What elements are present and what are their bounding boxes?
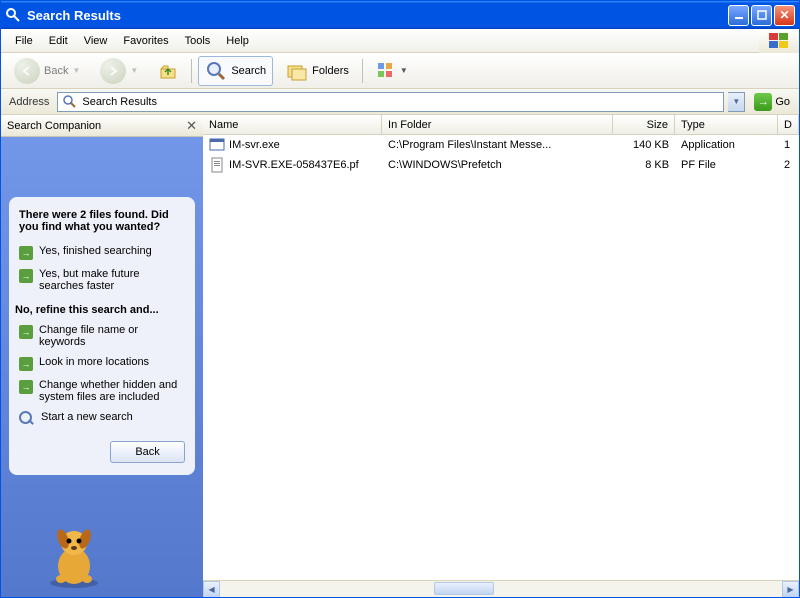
maximize-button[interactable] [751, 5, 772, 26]
menu-help[interactable]: Help [218, 32, 257, 50]
back-button[interactable]: Back ▼ [7, 54, 87, 88]
search-pane-close[interactable]: ✕ [186, 118, 197, 134]
horizontal-scrollbar[interactable]: ◀ ▶ [203, 580, 799, 597]
file-icon [209, 157, 225, 173]
arrow-icon: → [19, 269, 33, 283]
folders-icon [286, 60, 308, 82]
search-dog-icon[interactable] [39, 521, 109, 591]
separator [362, 59, 363, 83]
results-pane: Name In Folder Size Type D IM-svr.exe C:\… [203, 115, 799, 597]
menu-view[interactable]: View [76, 32, 116, 50]
views-icon [376, 61, 396, 81]
address-dropdown[interactable]: ▼ [728, 92, 745, 112]
col-folder[interactable]: In Folder [382, 115, 613, 134]
go-button[interactable]: → Go [749, 91, 795, 113]
windows-flag-icon [759, 29, 799, 53]
go-arrow-icon: → [754, 93, 772, 111]
file-size: 8 KB [613, 159, 675, 171]
search-results-icon [62, 94, 78, 110]
folders-button[interactable]: Folders [279, 56, 356, 86]
address-value: Search Results [82, 96, 157, 108]
window-controls: ✕ [728, 5, 795, 26]
search-pane-header: Search Companion ✕ [1, 115, 203, 137]
search-button[interactable]: Search [198, 56, 273, 86]
file-folder: C:\Program Files\Instant Messe... [382, 139, 613, 151]
opt-more-locations[interactable]: →Look in more locations [19, 352, 185, 375]
magnifier-icon [19, 411, 35, 427]
back-label: Back [44, 65, 68, 77]
col-name[interactable]: Name [203, 115, 382, 134]
opt-change-name[interactable]: →Change file name or keywords [19, 320, 185, 352]
minimize-button[interactable] [728, 5, 749, 26]
file-folder: C:\WINDOWS\Prefetch [382, 159, 613, 171]
file-date: 2 [778, 159, 799, 171]
search-companion-pane: Search Companion ✕ There were 2 files fo… [1, 115, 203, 597]
search-icon [5, 7, 21, 23]
col-type[interactable]: Type [675, 115, 778, 134]
opt-hidden-files[interactable]: →Change whether hidden and system files … [19, 375, 185, 407]
titlebar[interactable]: Search Results ✕ [1, 1, 799, 29]
file-type: PF File [675, 159, 778, 171]
address-field[interactable]: Search Results [57, 92, 724, 112]
col-date[interactable]: D [778, 115, 799, 134]
close-button[interactable]: ✕ [774, 5, 795, 26]
arrow-icon: → [19, 325, 33, 339]
folder-up-icon [158, 61, 178, 81]
addressbar: Address Search Results ▼ → Go [1, 89, 799, 115]
refine-header: No, refine this search and... [15, 304, 185, 316]
col-size[interactable]: Size [613, 115, 675, 134]
opt-faster[interactable]: →Yes, but make future searches faster [19, 264, 185, 296]
scroll-right-button[interactable]: ▶ [782, 581, 799, 598]
result-row[interactable]: IM-SVR.EXE-058437E6.pf C:\WINDOWS\Prefetc… [203, 155, 799, 175]
search-label: Search [231, 65, 266, 77]
scroll-thumb[interactable] [434, 582, 494, 595]
views-button[interactable]: ▼ [369, 57, 415, 85]
forward-button[interactable]: ▼ [93, 54, 145, 88]
opt-new-search[interactable]: Start a new search [19, 407, 185, 431]
body: Search Companion ✕ There were 2 files fo… [1, 115, 799, 597]
balloon-back-button[interactable]: Back [110, 441, 185, 463]
search-pane-content: There were 2 files found. Did you find w… [1, 137, 203, 597]
menubar: File Edit View Favorites Tools Help [1, 29, 799, 53]
results-list: IM-svr.exe C:\Program Files\Instant Messe… [203, 135, 799, 580]
file-date: 1 [778, 139, 799, 151]
arrow-icon: → [19, 357, 33, 371]
file-name: IM-SVR.EXE-058437E6.pf [229, 159, 359, 171]
opt-finished[interactable]: →Yes, finished searching [19, 241, 185, 264]
forward-icon [100, 58, 126, 84]
file-icon [209, 137, 225, 153]
back-icon [14, 58, 40, 84]
chevron-down-icon: ▼ [732, 97, 740, 106]
scroll-left-button[interactable]: ◀ [203, 581, 220, 598]
search-pane-title: Search Companion [7, 120, 186, 132]
file-name: IM-svr.exe [229, 139, 280, 151]
window-title: Search Results [27, 8, 728, 23]
search-balloon: There were 2 files found. Did you find w… [9, 197, 195, 475]
address-label: Address [5, 96, 53, 108]
chevron-down-icon: ▼ [130, 66, 138, 75]
separator [191, 59, 192, 83]
arrow-icon: → [19, 380, 33, 394]
balloon-header: There were 2 files found. Did you find w… [19, 209, 185, 233]
arrow-icon: → [19, 246, 33, 260]
chevron-down-icon: ▼ [72, 66, 80, 75]
go-label: Go [775, 96, 790, 108]
menu-tools[interactable]: Tools [177, 32, 219, 50]
column-headers: Name In Folder Size Type D [203, 115, 799, 135]
folders-label: Folders [312, 65, 349, 77]
up-button[interactable] [151, 57, 185, 85]
toolbar: Back ▼ ▼ Search Folders ▼ [1, 53, 799, 89]
magnifier-icon [205, 60, 227, 82]
menu-file[interactable]: File [7, 32, 41, 50]
menu-edit[interactable]: Edit [41, 32, 76, 50]
file-size: 140 KB [613, 139, 675, 151]
explorer-window: Search Results ✕ File Edit View Favorite… [0, 0, 800, 598]
file-type: Application [675, 139, 778, 151]
result-row[interactable]: IM-svr.exe C:\Program Files\Instant Messe… [203, 135, 799, 155]
scroll-track[interactable] [220, 581, 782, 598]
menu-favorites[interactable]: Favorites [115, 32, 176, 50]
chevron-down-icon: ▼ [400, 66, 408, 75]
